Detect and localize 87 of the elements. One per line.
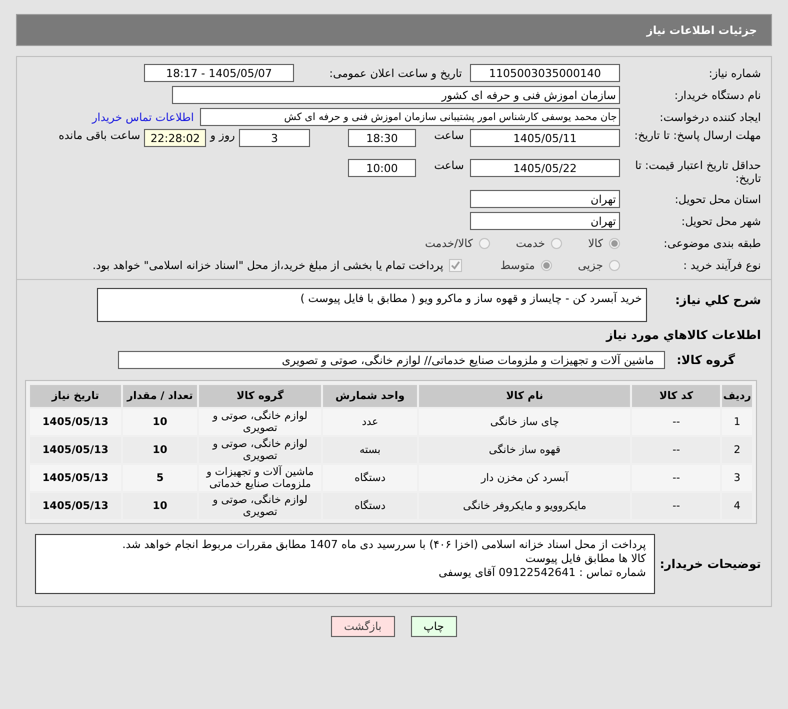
note-line: شماره تماس : 09122542641 آقای یوسفی [438,566,646,580]
field-label: روز و [208,129,236,142]
checkbox-label: پرداخت تمام یا بخشی از مبلغ خرید،از محل "اسناد خزانه اسلامی" خواهد بود. [92,258,444,272]
table-cell: مایکروویو و مایکروفر خانگی [418,493,630,519]
input-field[interactable]: جان محمد یوسفی کارشناس امور پشتیبانی سازمان اموزش فنی و حرفه ای کش [200,108,620,126]
table-cell: 1405/05/13 [30,493,121,519]
table-cell: -- [632,409,720,435]
table-cell: -- [632,465,720,491]
input-field[interactable]: 10:00 [348,159,416,177]
field-label: شرح کلي نياز: [674,292,762,307]
table-cell: 5 [122,465,198,491]
column-header: نام کالا [418,385,630,407]
text-area[interactable]: خرید آبسرد کن - چایساز و قهوه ساز و ماکرو ویو ( مطابق با فایل پیوست ) [97,288,647,322]
radio-label: کالا/خدمت [425,236,473,250]
input-field[interactable]: ماشین آلات و تجهیزات و ملزومات صنایع خدماتی// لوازم خانگی، صوتی و تصویری [118,351,665,369]
input-field[interactable]: 1405/05/07 - 18:17 [144,64,294,82]
input-field[interactable]: 3 [239,129,310,147]
field-label: استان محل تحویل: [674,192,762,206]
input-field[interactable]: تهران [470,190,620,208]
field-label: طبقه بندی موضوعی: [662,236,762,250]
radio-button[interactable] [551,238,562,248]
field-label: شماره نیاز: [708,66,762,80]
table-cell: لوازم خانگی، صوتی و تصویری [199,409,322,435]
table-cell: -- [632,493,720,519]
radio-label: جزیی [578,258,603,272]
table-cell: چای ساز خانگی [418,409,630,435]
column-header: تاریخ نیاز [30,385,121,407]
note-line: پرداخت از محل اسناد خزانه اسلامی (اخزا ۴۰۶) با سررسید دی ماه 1407 مطابق مقررات مربوط انجام خواهد شد. [122,538,646,552]
action-button[interactable]: چاپ [410,616,458,637]
column-header: گروه کالا [199,385,322,407]
field-label: نام دستگاه خریدار: [673,88,762,102]
table-cell: 4 [722,493,752,519]
note-line: کالا ها مطابق فایل پیوست [525,552,646,566]
input-field[interactable]: 1405/05/11 [470,129,620,147]
field-label: مهلت ارسال پاسخ: تا تاریخ: [633,129,762,142]
field-label: ایجاد کننده درخواست: [658,110,762,124]
checkbox[interactable] [449,258,462,272]
table-cell: 1405/05/13 [30,465,121,491]
table-cell: 10 [122,409,198,435]
field-label: نوع فرآیند خرید : [682,258,762,272]
table-cell: بسته [323,437,417,463]
field-label: توضیحات خریدار: [658,558,762,570]
input-field[interactable]: 18:30 [348,129,416,147]
table-cell: 2 [722,437,752,463]
table-cell: 1405/05/13 [30,409,121,435]
table-cell: 10 [122,493,198,519]
table-cell: ماشین آلات و تجهیزات و ملزومات صنایع خدماتی [199,465,322,491]
radio-button[interactable] [609,260,620,270]
input-field[interactable]: 1405/05/22 [470,159,620,177]
field-label: تاریخ و ساعت اعلان عمومی: [328,66,463,80]
input-field[interactable]: تهران [470,212,620,230]
input-field[interactable]: سازمان اموزش فنی و حرفه ای کشور [172,86,620,104]
field-label: حداقل تاریخ اعتبار قیمت: تا تاریخ: [634,159,762,185]
field-label: ساعت باقی مانده [58,129,142,142]
input-field[interactable]: 22:28:02 [144,129,206,147]
field-label: ساعت [433,129,465,142]
table-cell: 1 [722,409,752,435]
column-header: واحد شمارش [323,385,417,407]
column-header: تعداد / مقدار [122,385,198,407]
table-cell: لوازم خانگی، صوتی و تصویری [199,437,322,463]
field-label: شهر محل تحویل: [680,214,762,228]
input-field[interactable]: 1105003035000140 [470,64,620,82]
field-label: گروه کالا: [676,354,736,366]
radio-label: متوسط [500,258,535,272]
table-cell: دستگاه [323,465,417,491]
text-area[interactable]: پرداخت از محل اسناد خزانه اسلامی (اخزا ۴۰۶) با سررسید دی ماه 1407 مطابق مقررات مربوط انجام خواهد شد. کالا ها مطابق فایل پیوست شماره تماس : 09122542641 آقای یوسفی [35,534,655,594]
section-title: اطلاعات کالاهاي مورد نياز [606,328,762,342]
table-cell: دستگاه [323,493,417,519]
radio-button[interactable] [478,238,490,248]
table-cell: -- [632,437,720,463]
radio-label: خدمت [516,236,546,250]
page-title: جزئیات اطلاعات نیاز [646,24,757,36]
table-cell: لوازم خانگی، صوتی و تصویری [199,493,322,519]
column-header: ردیف [722,385,752,407]
table-cell: 1405/05/13 [30,437,121,463]
radio-button[interactable] [540,260,552,270]
radio-label: کالا [588,236,603,250]
contact-link[interactable]: اطلاعات تماس خریدار [92,110,200,124]
field-label: ساعت [433,159,465,172]
column-header: کد کالا [632,385,720,407]
table-cell: عدد [323,409,417,435]
table-cell: 10 [122,437,198,463]
table-cell: قهوه ساز خانگی [418,437,630,463]
table-cell: آبسرد کن مخزن دار [418,465,630,491]
table-cell: 3 [722,465,752,491]
radio-button[interactable] [609,238,620,248]
action-button[interactable]: بازگشت [330,616,395,637]
